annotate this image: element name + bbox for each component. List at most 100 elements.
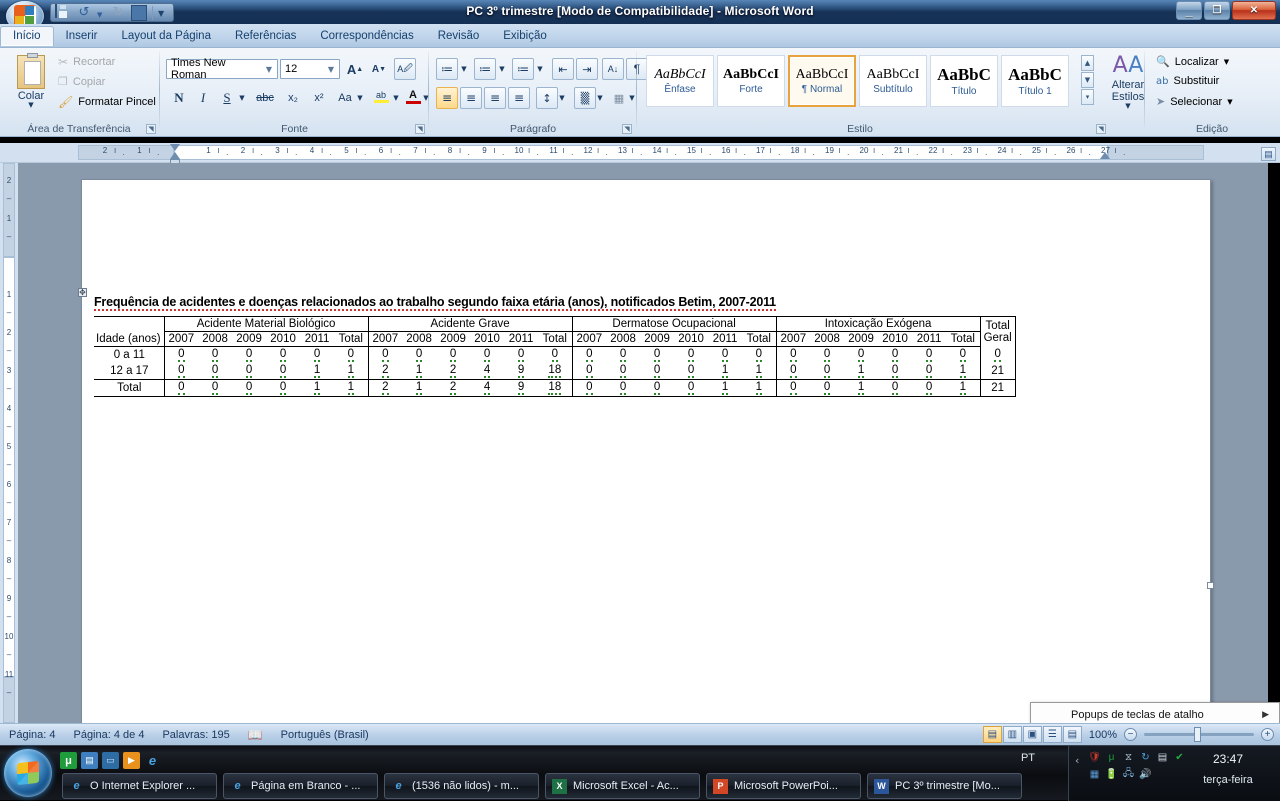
align-center-button[interactable]: ≡ bbox=[460, 87, 482, 109]
select-button[interactable]: ➤ Selecionar ▼ bbox=[1156, 95, 1233, 108]
document-canvas[interactable]: ✥ Frequência de acidentes e doenças rela… bbox=[18, 163, 1268, 723]
clear-formatting-button[interactable]: A 🖉 bbox=[394, 58, 416, 80]
right-indent-marker[interactable] bbox=[1100, 152, 1110, 159]
clock[interactable]: 23:47 terça-feira bbox=[1184, 752, 1272, 786]
zoom-slider[interactable] bbox=[1144, 727, 1254, 742]
tab-exibicao[interactable]: Exibição bbox=[491, 27, 558, 46]
table-row[interactable]: Total 0 0 0 0 1 1 2 1 2 4 9 18 0 0 0 0 1 1 0 0 1 0 0 1 21 bbox=[94, 379, 1016, 398]
start-button[interactable] bbox=[4, 749, 52, 797]
styles-more-button[interactable]: ▾ bbox=[1081, 89, 1094, 105]
grow-font-button[interactable]: A ▲ bbox=[344, 58, 366, 80]
zoom-in-button[interactable]: + bbox=[1261, 728, 1274, 741]
document-page[interactable]: ✥ Frequência de acidentes e doenças rela… bbox=[78, 179, 1214, 723]
styles-scroll-down-button[interactable]: ▼ bbox=[1081, 72, 1094, 88]
vertical-ruler[interactable]: 2 – 1 – 1 – 2 – 3 – 4 – 5 – 6 – 7 – 8 – 9 – 10 – 11 – bbox=[0, 163, 18, 723]
popup-item-label[interactable]: Popups de teclas de atalho bbox=[1031, 709, 1204, 721]
format-painter-button[interactable]: 🖌 Formatar Pincel bbox=[58, 95, 156, 109]
quick-launch-utorrent-icon[interactable]: μ bbox=[60, 752, 77, 769]
hourglass-icon[interactable]: ⧖ bbox=[1121, 750, 1136, 765]
replace-button[interactable]: ab Substituir bbox=[1156, 75, 1219, 87]
status-page[interactable]: Página: 4 bbox=[0, 729, 64, 741]
highlight-dropdown-icon[interactable]: ▼ bbox=[390, 87, 402, 109]
chevron-down-icon[interactable]: ▼ bbox=[1224, 58, 1229, 66]
restore-button[interactable]: ❐ bbox=[1204, 1, 1230, 20]
numbering-dropdown-icon[interactable]: ▼ bbox=[496, 58, 508, 80]
status-words[interactable]: Palavras: 195 bbox=[153, 729, 238, 741]
hanging-indent-marker[interactable] bbox=[170, 152, 180, 159]
view-ruler-button[interactable]: ▤ bbox=[1261, 147, 1276, 161]
network-icon[interactable]: 🖧 bbox=[1121, 767, 1136, 782]
underline-button[interactable]: S bbox=[216, 87, 238, 109]
shading-dropdown-icon[interactable]: ▼ bbox=[594, 87, 606, 109]
table-row[interactable]: 12 a 17 0 0 0 0 1 1 2 1 2 4 9 18 0 0 0 0 1 1 0 0 1 0 0 1 21 bbox=[94, 363, 1016, 380]
font-name-combo[interactable]: Times New Roman ▼ bbox=[166, 57, 278, 81]
taskbar-task[interactable]: e (1536 não lidos) - m... bbox=[384, 773, 539, 799]
line-spacing-dropdown-icon[interactable]: ▼ bbox=[556, 87, 568, 109]
subscript-button[interactable]: x₂ bbox=[282, 87, 304, 109]
multilevel-list-button[interactable]: ≔ bbox=[512, 58, 534, 80]
tab-inserir[interactable]: Inserir bbox=[54, 27, 110, 46]
paste-button[interactable]: Colar ▼ bbox=[10, 53, 52, 117]
view-full-screen-reading[interactable]: ▥ bbox=[1002, 726, 1022, 743]
paragraph-dialog-launcher[interactable]: ◥ bbox=[622, 124, 632, 134]
align-right-button[interactable]: ≡ bbox=[484, 87, 506, 109]
close-button[interactable]: ✕ bbox=[1232, 1, 1276, 20]
tab-referencias[interactable]: Referências bbox=[223, 27, 308, 46]
minimize-button[interactable]: _ bbox=[1176, 1, 1202, 20]
taskbar-task[interactable]: X Microsoft Excel - Ac... bbox=[545, 773, 700, 799]
bullets-button[interactable]: ≔ bbox=[436, 58, 458, 80]
status-page-of[interactable]: Página: 4 de 4 bbox=[64, 729, 153, 741]
view-outline[interactable]: ☰ bbox=[1042, 726, 1062, 743]
tray-expand-icon[interactable]: ‹ bbox=[1075, 754, 1079, 767]
font-size-combo[interactable]: 12 ▼ bbox=[280, 59, 340, 79]
view-draft[interactable]: ▤ bbox=[1062, 726, 1082, 743]
find-button[interactable]: 🔍 Localizar ▼ bbox=[1156, 55, 1229, 68]
highlight-button[interactable]: ab bbox=[370, 85, 392, 107]
volume-icon[interactable]: 🔊 bbox=[1138, 767, 1153, 782]
shrink-font-button[interactable]: A ▼ bbox=[368, 58, 390, 80]
zoom-out-button[interactable]: − bbox=[1124, 728, 1137, 741]
chevron-down-icon[interactable]: ▼ bbox=[1227, 98, 1232, 106]
style-item-forte[interactable]: AaBbCcI Forte bbox=[717, 55, 785, 107]
table-row[interactable]: 0 a 11 0 0 0 0 0 0 0 0 0 0 0 0 0 0 0 0 0 0 0 0 0 0 0 0 0 bbox=[94, 346, 1016, 364]
data-table[interactable]: Acidente Material Biológico Acidente Gra… bbox=[94, 316, 1016, 398]
align-left-button[interactable]: ≡ bbox=[436, 87, 458, 109]
increase-indent-button[interactable]: ⇥ bbox=[576, 58, 598, 80]
tab-correspondencias[interactable]: Correspondências bbox=[308, 27, 425, 46]
style-item-enfase[interactable]: AaBbCcI Ênfase bbox=[646, 55, 714, 107]
tab-inicio[interactable]: Início bbox=[0, 26, 54, 46]
sort-button[interactable]: A↓ bbox=[602, 58, 624, 80]
strikethrough-button[interactable]: abc bbox=[254, 87, 276, 109]
table-resize-handle[interactable] bbox=[1207, 582, 1214, 589]
italic-button[interactable]: I bbox=[192, 87, 214, 109]
zoom-slider-handle[interactable] bbox=[1194, 727, 1201, 742]
taskbar-task[interactable]: e O Internet Explorer ... bbox=[62, 773, 217, 799]
taskbar-task[interactable]: e Página em Branco - ... bbox=[223, 773, 378, 799]
quick-launch-restore-icon[interactable]: ▤ bbox=[81, 752, 98, 769]
clipboard-dialog-launcher[interactable]: ◥ bbox=[146, 124, 156, 134]
line-spacing-button[interactable]: ↕ bbox=[536, 87, 558, 109]
font-color-dropdown-icon[interactable]: ▼ bbox=[420, 87, 432, 109]
style-item-normal[interactable]: AaBbCcI ¶ Normal bbox=[788, 55, 856, 107]
bullets-dropdown-icon[interactable]: ▼ bbox=[458, 58, 470, 80]
superscript-button[interactable]: x² bbox=[308, 87, 330, 109]
justify-button[interactable]: ≡ bbox=[508, 87, 530, 109]
underline-dropdown-icon[interactable]: ▼ bbox=[236, 87, 248, 109]
utorrent-tray-icon[interactable]: μ bbox=[1104, 750, 1119, 765]
numbering-button[interactable]: ≔ bbox=[474, 58, 496, 80]
taskbar-task[interactable]: P Microsoft PowerPoi... bbox=[706, 773, 861, 799]
tab-revisao[interactable]: Revisão bbox=[426, 27, 492, 46]
style-item-titulo[interactable]: AaBbC Título bbox=[930, 55, 998, 107]
first-line-indent-marker[interactable] bbox=[170, 144, 180, 151]
paste-dropdown-icon[interactable]: ▼ bbox=[10, 102, 52, 109]
horizontal-ruler[interactable]: 2 · I 1 · I 1 · I 2 · I 3 · I 4 · I 5 · I 6 · I 7 · I 8 · I 9 · I 10 · I 11 ·… bbox=[0, 143, 1280, 164]
styles-scroll-up-button[interactable]: ▲ bbox=[1081, 55, 1094, 71]
antivirus-icon[interactable]: 🛡 bbox=[1087, 750, 1102, 765]
chevron-down-icon[interactable]: ▼ bbox=[325, 65, 337, 74]
chevron-down-icon[interactable]: ▼ bbox=[263, 65, 275, 74]
bold-button[interactable]: N bbox=[168, 87, 190, 109]
tab-layout-da-pagina[interactable]: Layout da Página bbox=[109, 27, 223, 46]
font-dialog-launcher[interactable]: ◥ bbox=[415, 124, 425, 134]
quick-launch-media-player-icon[interactable]: ▶ bbox=[123, 752, 140, 769]
decrease-indent-button[interactable]: ⇤ bbox=[552, 58, 574, 80]
